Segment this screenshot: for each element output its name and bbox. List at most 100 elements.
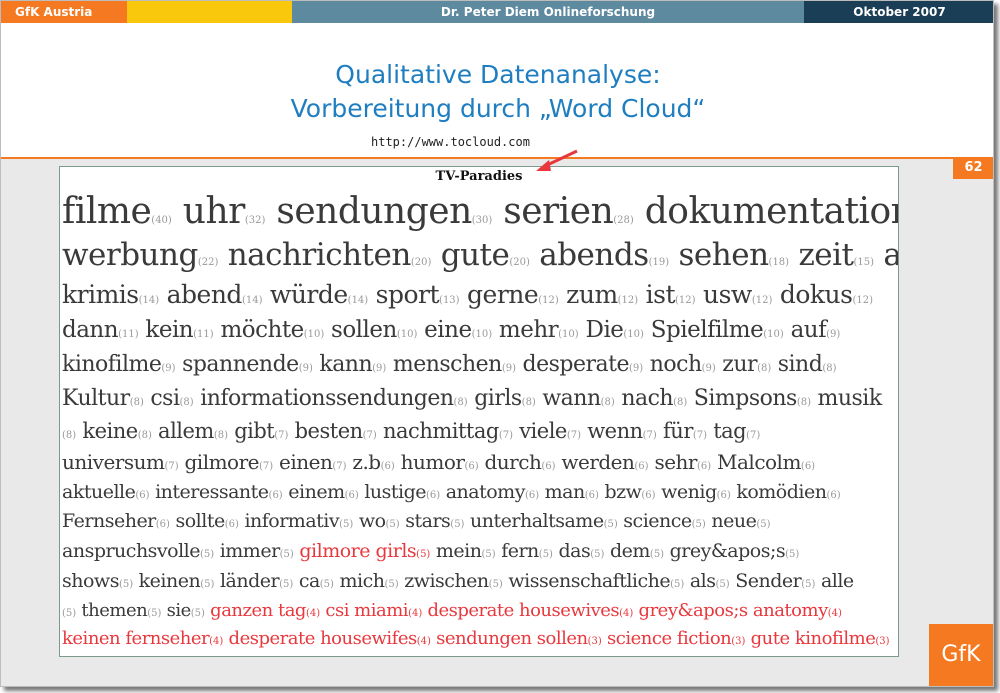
term-word: unterhaltsame bbox=[470, 510, 604, 532]
word-cloud-term: werden(6) bbox=[561, 450, 648, 474]
term-word: bzw bbox=[604, 481, 642, 503]
word-cloud-term: sehr(6) bbox=[654, 450, 711, 474]
term-word: anatomy bbox=[445, 481, 526, 503]
term-count: (12) bbox=[852, 295, 873, 306]
word-cloud: filme(40) uhr(32) sendungen(30) serien(2… bbox=[62, 189, 898, 653]
word-cloud-term: sehen(18) bbox=[679, 237, 790, 273]
word-cloud-term: wann(8) bbox=[542, 386, 614, 411]
word-cloud-term: sendungen(30) bbox=[276, 191, 492, 232]
word-cloud-term: abends(19) bbox=[539, 237, 669, 273]
word-cloud-line: keinen fernseher(4) desperate housewifes… bbox=[62, 625, 898, 653]
word-cloud-term: man(6) bbox=[545, 481, 599, 503]
word-cloud-term: sollte(6) bbox=[175, 510, 238, 532]
term-count: (7) bbox=[746, 430, 761, 441]
term-count: (5) bbox=[756, 519, 771, 530]
term-count: (6) bbox=[380, 461, 395, 472]
word-cloud-term: spannende(9) bbox=[182, 352, 313, 377]
term-word: lustige bbox=[364, 481, 426, 503]
word-cloud-term: unterhaltsame(5) bbox=[470, 510, 618, 532]
word-cloud-term: menschen(9) bbox=[393, 352, 516, 377]
term-word: sendungen bbox=[276, 191, 472, 232]
word-cloud-term: csi miami(4) bbox=[325, 600, 422, 621]
word-cloud-term: länder(5) bbox=[220, 570, 293, 592]
term-word: gibt bbox=[234, 419, 275, 443]
term-count: (9) bbox=[629, 363, 644, 374]
term-count: (7) bbox=[362, 430, 377, 441]
word-cloud-term: ganzen tag(4) bbox=[210, 600, 320, 621]
word-cloud-term: tag(7) bbox=[713, 419, 760, 443]
word-cloud-line: shows(5) keinen(5) länder(5) ca(5) mich(… bbox=[62, 566, 898, 596]
term-count: (7) bbox=[274, 430, 289, 441]
word-cloud-line: filme(40) uhr(32) sendungen(30) serien(2… bbox=[62, 189, 898, 234]
term-count: (5) bbox=[62, 608, 77, 619]
word-cloud-line: anspruchsvolle(5) immer(5) gilmore girls… bbox=[62, 536, 898, 566]
word-cloud-term: neue(5) bbox=[711, 510, 770, 532]
term-word: girls bbox=[474, 386, 522, 411]
term-count: (5) bbox=[279, 549, 294, 560]
term-count: (5) bbox=[147, 608, 162, 619]
word-cloud-term: girls(8) bbox=[474, 386, 536, 411]
term-word: kann bbox=[319, 352, 373, 377]
term-count: (14) bbox=[347, 295, 369, 306]
term-count: (8) bbox=[822, 363, 837, 374]
term-word: zum bbox=[566, 280, 618, 309]
header-org: GfK Austria bbox=[1, 1, 127, 23]
term-count: (4) bbox=[619, 608, 634, 619]
word-cloud-line: (8) keine(8) allem(8) gibt(7) besten(7) … bbox=[62, 415, 898, 447]
term-word: keine bbox=[82, 419, 138, 443]
term-word: mich bbox=[339, 570, 385, 592]
term-count: (9) bbox=[701, 363, 716, 374]
word-cloud-term: immer(5) bbox=[220, 540, 294, 562]
term-word: usw bbox=[703, 280, 752, 309]
term-count: (7) bbox=[692, 430, 708, 441]
term-count: (6) bbox=[524, 490, 540, 501]
word-cloud-term: kinofilme(9) bbox=[62, 352, 176, 377]
term-count: (8) bbox=[521, 397, 536, 408]
term-count: (5) bbox=[118, 579, 134, 590]
term-count: (6) bbox=[641, 490, 656, 501]
term-word: würde bbox=[269, 280, 348, 309]
word-cloud-term: musik bbox=[817, 386, 882, 411]
term-word: aber bbox=[883, 237, 898, 273]
term-word: allem bbox=[158, 419, 214, 443]
term-word: kein bbox=[145, 317, 194, 343]
term-word: sind bbox=[777, 352, 823, 377]
term-word: spannende bbox=[182, 352, 299, 377]
word-cloud-term: eine(10) bbox=[424, 317, 492, 343]
header-accent bbox=[127, 1, 292, 23]
term-word: einen bbox=[279, 450, 333, 474]
word-cloud-term: mich(5) bbox=[340, 570, 399, 592]
word-cloud-term: keine(8) bbox=[82, 419, 152, 443]
term-count: (8) bbox=[757, 363, 772, 374]
word-cloud-term: nachmittag(7) bbox=[383, 419, 513, 443]
term-word: besten bbox=[294, 419, 364, 443]
term-word: Spielfilme bbox=[650, 317, 764, 343]
term-count: (9) bbox=[826, 329, 841, 340]
term-word: abend bbox=[166, 280, 243, 309]
word-cloud-term: informationssendungen(8) bbox=[200, 386, 468, 411]
term-word: als bbox=[689, 570, 716, 592]
word-cloud-term: Spielfilme(10) bbox=[651, 317, 784, 343]
term-word: dokus bbox=[779, 280, 853, 309]
term-word: informativ bbox=[244, 510, 340, 532]
word-cloud-term: lustige(6) bbox=[364, 481, 440, 503]
term-count: (5) bbox=[785, 549, 800, 560]
term-word: tag bbox=[713, 419, 747, 443]
term-word: csi miami bbox=[325, 600, 409, 621]
term-count: (6) bbox=[155, 519, 170, 530]
word-cloud-term: Sender(5) bbox=[735, 570, 815, 592]
word-cloud-term: für(7) bbox=[663, 419, 707, 443]
term-count: (7) bbox=[332, 461, 347, 472]
term-word: nachmittag bbox=[383, 419, 499, 443]
term-word: keinen bbox=[138, 570, 201, 592]
term-count: (6) bbox=[800, 461, 816, 472]
term-word: dann bbox=[62, 317, 119, 343]
word-cloud-term: fern(5) bbox=[501, 540, 553, 562]
term-count: (22) bbox=[197, 257, 219, 268]
term-count: (8) bbox=[796, 397, 811, 408]
term-word: wenig bbox=[661, 481, 717, 503]
term-count: (3) bbox=[875, 636, 890, 647]
header-date: Oktober 2007 bbox=[804, 1, 993, 23]
term-count: (11) bbox=[193, 329, 214, 340]
term-count: (5) bbox=[416, 549, 431, 560]
